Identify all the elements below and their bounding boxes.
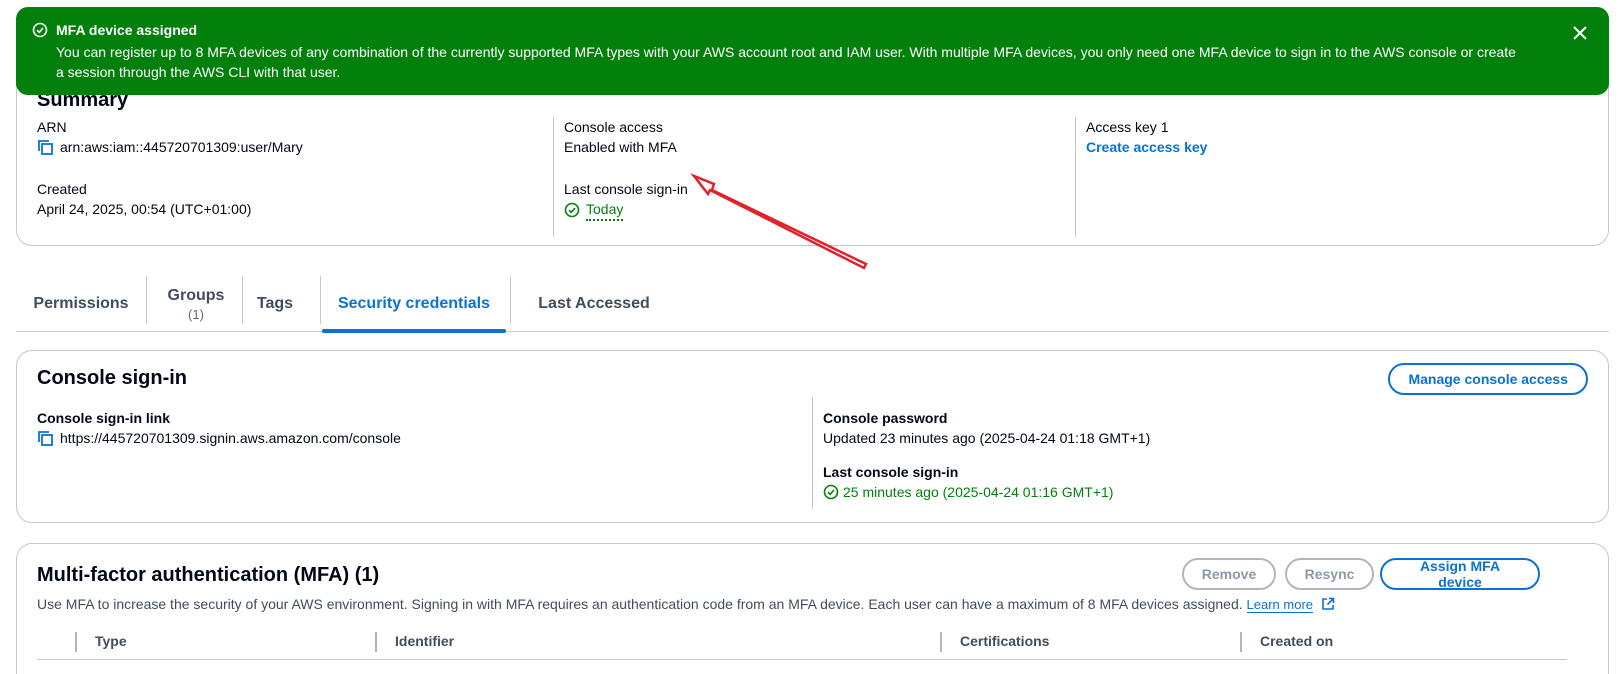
tab-tags[interactable]: Tags: [252, 276, 298, 332]
console-link-value: https://445720701309.signin.aws.amazon.c…: [60, 430, 401, 446]
mfa-description-text: Use MFA to increase the security of your…: [37, 596, 1243, 612]
user-tabs: Permissions Groups (1) Tags Security cre…: [16, 268, 1609, 333]
tab-security-credentials[interactable]: Security credentials: [322, 276, 506, 333]
created-value: April 24, 2025, 00:54 (UTC+01:00): [37, 201, 252, 217]
column-header-identifier[interactable]: Identifier: [395, 633, 454, 649]
tab-count: (1): [188, 306, 204, 322]
tab-label: Last Accessed: [538, 295, 650, 312]
arn-label: ARN: [37, 119, 67, 135]
mfa-assigned-flash: MFA device assigned You can register up …: [16, 7, 1609, 95]
mfa-panel: Multi-factor authentication (MFA) (1) Re…: [16, 543, 1609, 674]
created-label: Created: [37, 181, 87, 197]
copy-icon[interactable]: [37, 430, 54, 447]
console-last-signin-value: 25 minutes ago (2025-04-24 01:16 GMT+1): [843, 484, 1114, 500]
summary-column-1: ARN arn:aws:iam::445720701309:user/Mary …: [37, 117, 537, 237]
flash-title: MFA device assigned: [56, 22, 198, 38]
console-access-label: Console access: [564, 119, 663, 135]
console-signin-panel: Console sign-in Manage console access Co…: [16, 350, 1609, 523]
column-header-created-on[interactable]: Created on: [1260, 633, 1333, 649]
summary-column-2: Console access Enabled with MFA Last con…: [553, 117, 1063, 237]
console-password-section: Console password Updated 23 minutes ago …: [812, 397, 1572, 509]
console-password-label: Console password: [823, 410, 948, 426]
tab-label: Security credentials: [337, 295, 491, 312]
arn-value: arn:aws:iam::445720701309:user/Mary: [60, 139, 303, 155]
access-key-label: Access key 1: [1086, 119, 1169, 135]
mfa-heading: Multi-factor authentication (MFA) (1): [37, 564, 380, 586]
mfa-table-header: Type Identifier Certifications Created o…: [37, 624, 1567, 660]
tab-divider: [242, 276, 243, 324]
column-divider[interactable]: [375, 632, 377, 652]
console-last-signin-label: Last console sign-in: [823, 464, 959, 480]
tab-groups[interactable]: Groups (1): [161, 276, 231, 332]
success-check-icon: [564, 202, 580, 218]
column-header-type[interactable]: Type: [95, 633, 127, 649]
tab-divider: [510, 276, 511, 324]
assign-mfa-device-button[interactable]: Assign MFA device: [1380, 558, 1540, 590]
summary-column-3: Access key 1 Create access key: [1075, 117, 1585, 237]
success-check-icon: [823, 484, 839, 500]
table-row[interactable]: [37, 664, 1567, 674]
close-icon[interactable]: [1569, 22, 1591, 44]
remove-button[interactable]: Remove: [1182, 558, 1276, 590]
console-access-value: Enabled with MFA: [564, 139, 677, 155]
tab-permissions[interactable]: Permissions: [33, 276, 129, 332]
manage-console-access-button[interactable]: Manage console access: [1388, 363, 1588, 395]
tab-label: Tags: [256, 295, 294, 312]
console-password-value: Updated 23 minutes ago (2025-04-24 01:18…: [823, 430, 1151, 446]
last-signin-label: Last console sign-in: [564, 181, 688, 197]
success-check-icon: [32, 22, 48, 38]
flash-message: You can register up to 8 MFA devices of …: [56, 44, 1516, 80]
column-divider: [75, 632, 77, 652]
tab-label: Permissions: [33, 295, 129, 312]
console-link-label: Console sign-in link: [37, 410, 171, 426]
tab-divider: [146, 276, 147, 324]
console-link-section: Console sign-in link https://44572070130…: [37, 408, 797, 448]
copy-icon[interactable]: [37, 139, 54, 156]
column-divider[interactable]: [1240, 632, 1242, 652]
resync-button[interactable]: Resync: [1285, 558, 1374, 590]
tab-last-accessed[interactable]: Last Accessed: [530, 276, 658, 332]
create-access-key-link[interactable]: Create access key: [1086, 137, 1207, 157]
tab-divider: [320, 276, 321, 324]
column-header-certifications[interactable]: Certifications: [960, 633, 1049, 649]
external-link-icon[interactable]: [1321, 597, 1335, 611]
learn-more-link[interactable]: Learn more: [1246, 597, 1314, 613]
column-divider[interactable]: [940, 632, 942, 652]
tab-label: Groups: [167, 286, 225, 304]
mfa-description: Use MFA to increase the security of your…: [37, 596, 1335, 613]
last-signin-value[interactable]: Today: [586, 199, 624, 221]
console-signin-heading: Console sign-in: [37, 367, 187, 389]
